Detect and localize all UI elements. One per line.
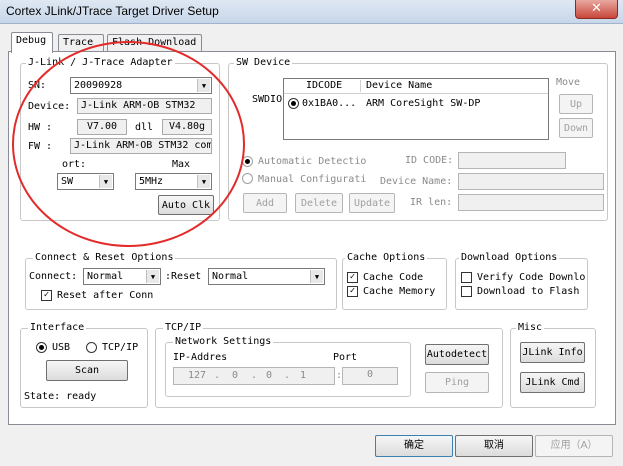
cache-options-legend: Cache Options [345, 252, 428, 264]
dll-field: V4.80g [162, 119, 212, 135]
download-options-group [455, 258, 588, 310]
cache-options-group [342, 258, 447, 310]
move-down-button[interactable]: Down [559, 118, 593, 138]
ir-len-input[interactable] [458, 194, 604, 211]
network-settings-legend: Network Settings [173, 336, 274, 348]
ip-address-label: IP-Addres [173, 352, 228, 363]
interface-legend: Interface [28, 322, 87, 334]
ping-button[interactable]: Ping [425, 372, 489, 393]
usb-label: USB [52, 342, 71, 353]
sn-select[interactable]: 20090928 ▼ [70, 77, 212, 94]
delete-button[interactable]: Delete [295, 193, 343, 213]
reset-after-connect-label: Reset after Conn [57, 290, 154, 301]
idcode-column-header: IDCODE [286, 80, 361, 92]
adapter-legend: J-Link / J-Trace Adapter [26, 57, 175, 69]
autodetect-button[interactable]: Autodetect [425, 344, 489, 365]
connect-label: Connect: [29, 271, 78, 282]
hw-field: V7.00 [77, 119, 127, 135]
sw-device-row-idcode: 0x1BA0... [302, 98, 357, 109]
port-select[interactable]: SW ▼ [57, 173, 114, 190]
ip-dot: . [214, 370, 221, 381]
swdio-label: SWDIO [252, 94, 282, 105]
ok-button[interactable]: 确定 [375, 435, 453, 457]
ip-dot: . [251, 370, 258, 381]
port-label: ort: [62, 159, 87, 170]
fw-field: J-Link ARM-OB STM32 com [70, 138, 212, 154]
port-value: SW [61, 176, 74, 187]
device-name-input[interactable] [458, 173, 604, 190]
reset-after-connect-checkbox[interactable]: ✓ [41, 290, 52, 301]
cache-code-label: Cache Code [363, 272, 424, 283]
device-label: Device: [28, 101, 71, 112]
cache-code-checkbox[interactable]: ✓ [347, 272, 358, 283]
fw-label: FW : [28, 141, 53, 152]
chevron-down-icon: ▼ [310, 270, 323, 283]
reset-label: Reset: [165, 271, 202, 282]
connect-select[interactable]: Normal ▼ [83, 268, 161, 285]
sw-device-row-radio[interactable] [288, 98, 299, 109]
misc-legend: Misc [516, 322, 545, 334]
usb-radio[interactable] [36, 342, 47, 353]
manual-configuration-label: Manual Configurati [258, 174, 366, 185]
misc-group [510, 328, 596, 408]
dll-label: dll [135, 122, 154, 133]
move-up-button[interactable]: Up [559, 94, 593, 114]
id-code-input[interactable] [458, 152, 566, 169]
update-button[interactable]: Update [349, 193, 395, 213]
chevron-down-icon: ▼ [99, 175, 112, 188]
hw-label: HW : [28, 122, 53, 133]
auto-clk-button[interactable]: Auto Clk [158, 195, 214, 215]
cancel-button[interactable]: 取消 [455, 435, 533, 457]
ip-octet-1: 127 [188, 370, 207, 381]
reset-value: Normal [212, 271, 249, 282]
verify-code-download-label: Verify Code Downlo [477, 272, 585, 283]
ip-octet-2: 0 [232, 370, 239, 381]
sw-device-row-device: ARM CoreSight SW-DP [366, 98, 481, 109]
cache-memory-checkbox[interactable]: ✓ [347, 286, 358, 297]
list-header-divider [284, 93, 548, 94]
automatic-detection-label: Automatic Detectio [258, 156, 366, 167]
sn-label: SN: [28, 80, 47, 91]
tcpip-radio-label: TCP/IP [102, 342, 139, 353]
chevron-down-icon: ▼ [197, 175, 210, 188]
ip-dot: . [284, 370, 291, 381]
apply-button[interactable]: 应用（A） [535, 435, 613, 457]
interface-state: State: ready [24, 391, 97, 402]
download-options-legend: Download Options [459, 252, 560, 264]
device-name-column-header: Device Name [366, 80, 433, 91]
ir-len-label: IR len: [410, 197, 453, 208]
ip-octet-4: 1 [300, 370, 307, 381]
automatic-detection-radio[interactable] [242, 156, 253, 167]
tcpip-radio[interactable] [86, 342, 97, 353]
manual-configuration-radio[interactable] [242, 173, 253, 184]
sw-device-legend: SW Device [234, 57, 293, 69]
cache-memory-label: Cache Memory [363, 286, 436, 297]
port-number-label: Port [333, 352, 358, 363]
max-clock-value: 5MHz [139, 176, 164, 187]
connect-reset-legend: Connect & Reset Options [33, 252, 176, 264]
sn-value: 20090928 [74, 80, 123, 91]
chevron-down-icon: ▼ [197, 79, 210, 92]
device-name-label: Device Name: [380, 176, 453, 187]
reset-select[interactable]: Normal ▼ [208, 268, 325, 285]
port-input[interactable]: 0 [342, 367, 398, 385]
scan-button[interactable]: Scan [46, 360, 128, 381]
connect-value: Normal [87, 271, 124, 282]
move-label: Move [556, 77, 581, 88]
device-field: J-Link ARM-OB STM32 [77, 98, 212, 114]
max-clock-select[interactable]: 5MHz ▼ [135, 173, 212, 190]
chevron-down-icon: ▼ [146, 270, 159, 283]
dialog-content: J-Link / J-Trace Adapter SN: 20090928 ▼ … [0, 0, 623, 466]
id-code-label: ID CODE: [405, 155, 454, 166]
download-to-flash-label: Download to Flash [477, 286, 580, 297]
add-button[interactable]: Add [243, 193, 287, 213]
download-to-flash-checkbox[interactable] [461, 286, 472, 297]
jlink-info-button[interactable]: JLink Info [520, 342, 585, 363]
tcpip-legend: TCP/IP [163, 322, 204, 334]
max-label: Max [172, 159, 191, 170]
jlink-cmd-button[interactable]: JLink Cmd [520, 372, 585, 393]
verify-code-download-checkbox[interactable] [461, 272, 472, 283]
ip-octet-3: 0 [266, 370, 273, 381]
